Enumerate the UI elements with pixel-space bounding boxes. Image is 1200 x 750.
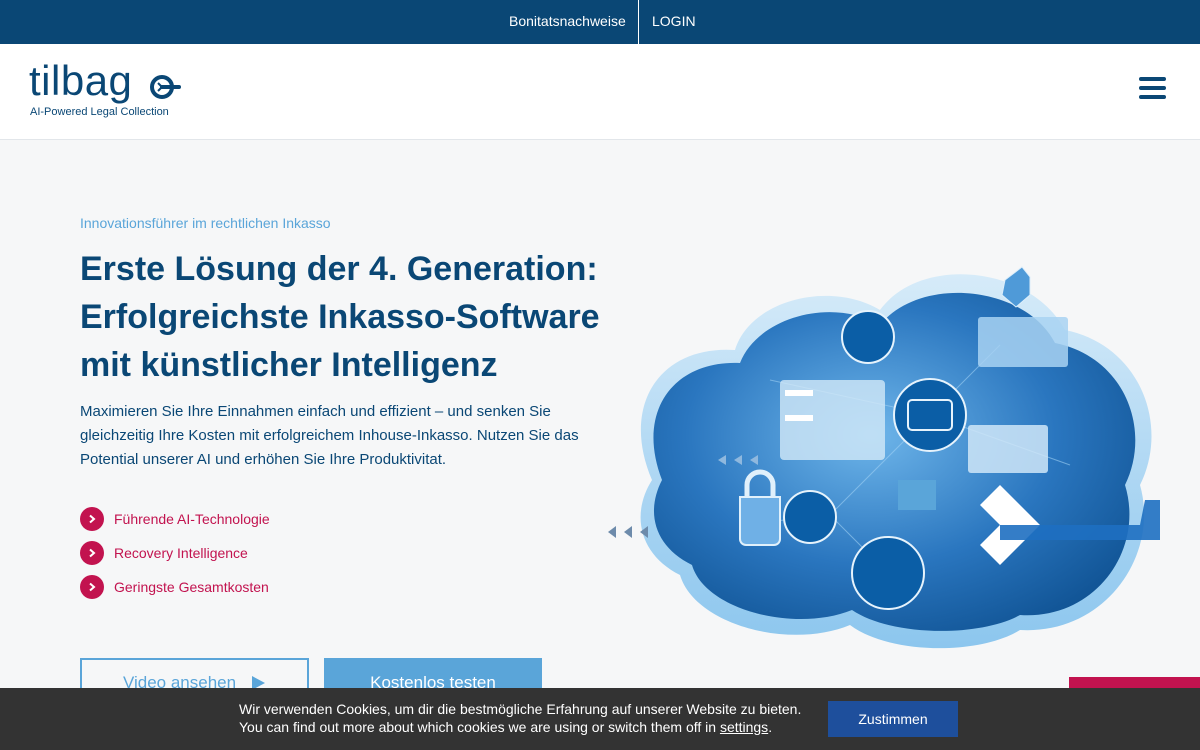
- cookie-line-2: You can find out more about which cookie…: [239, 718, 809, 736]
- cookie-line-2-text: You can find out more about which cookie…: [239, 719, 717, 735]
- chevron-right-icon: [80, 575, 104, 599]
- feature-label: Geringste Gesamtkosten: [114, 579, 269, 595]
- cookie-settings-link[interactable]: settings: [720, 719, 768, 735]
- cookie-line-2-end: .: [768, 719, 773, 735]
- hero-headline: Erste Lösung der 4. Generation: Erfolgre…: [80, 245, 600, 389]
- top-bar: Bonitatsnachweise LOGIN: [0, 0, 1200, 44]
- headline-line: Erste Lösung der 4. Generation:: [80, 250, 598, 288]
- chevron-right-icon: [80, 541, 104, 565]
- chevron-right-icon: [80, 507, 104, 531]
- logo-tagline: AI-Powered Legal Collection: [30, 106, 169, 118]
- nav-link-credit-reports[interactable]: Bonitatsnachweise: [509, 0, 626, 44]
- hero-kicker: Innovationsführer im rechtlichen Inkasso: [80, 215, 331, 231]
- logo-wordmark: tilbag: [29, 57, 133, 104]
- feature-list: Führende AI-Technologie Recovery Intelli…: [80, 502, 270, 604]
- nav-divider: [638, 0, 639, 44]
- logo-mark-icon: [150, 75, 181, 99]
- headline-line: Erfolgreichste Inkasso-Software: [80, 298, 600, 336]
- cookie-accept-button[interactable]: Zustimmen: [828, 701, 958, 737]
- nav-link-login[interactable]: LOGIN: [652, 0, 696, 44]
- feature-label: Führende AI-Technologie: [114, 511, 270, 527]
- site-header: tilbag AI-Powered Legal Collection: [0, 44, 1200, 140]
- cookie-line-1: Wir verwenden Cookies, um dir die bestmö…: [239, 701, 802, 717]
- hamburger-menu-icon[interactable]: [1139, 77, 1166, 101]
- cookie-message: Wir verwenden Cookies, um dir die bestmö…: [239, 700, 809, 736]
- feature-label: Recovery Intelligence: [114, 545, 248, 561]
- hero-lead: Maximieren Sie Ihre Einnahmen einfach un…: [80, 403, 579, 468]
- hero-illustration: [608, 266, 1160, 649]
- cookie-banner: Wir verwenden Cookies, um dir die bestmö…: [0, 688, 1200, 750]
- feature-item: Geringste Gesamtkosten: [80, 570, 270, 604]
- feature-item: Recovery Intelligence: [80, 536, 270, 570]
- feature-item: Führende AI-Technologie: [80, 502, 270, 536]
- headline-line: mit künstlicher Intelligenz: [80, 346, 498, 384]
